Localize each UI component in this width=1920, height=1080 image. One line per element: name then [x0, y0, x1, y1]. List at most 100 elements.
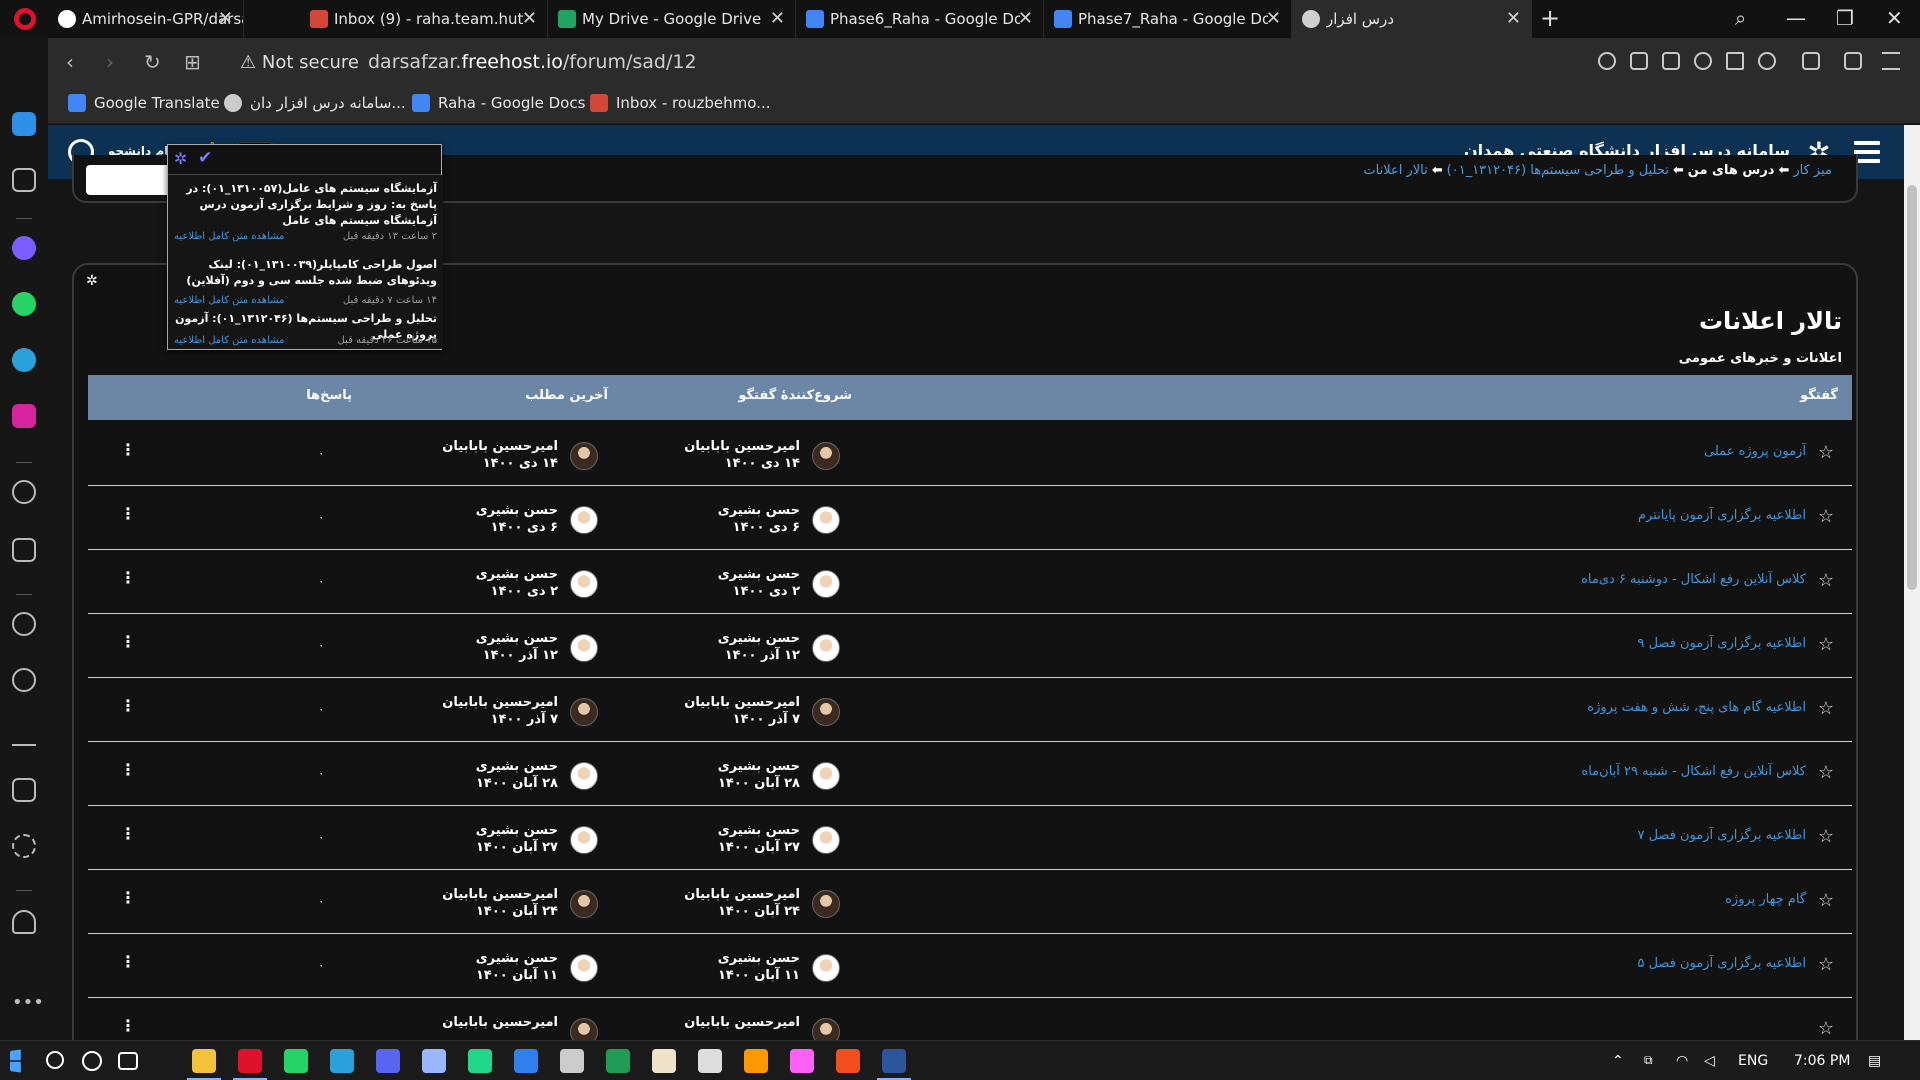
starter-name[interactable]: حسن بشیری: [718, 822, 800, 839]
player-icon[interactable]: [12, 480, 36, 504]
avatar[interactable]: [812, 442, 840, 470]
task-view-icon[interactable]: [118, 1052, 138, 1070]
forward-button[interactable]: ›: [106, 50, 114, 74]
star-icon[interactable]: ☆: [1818, 442, 1834, 463]
notification-center-icon[interactable]: ▤: [1868, 1053, 1881, 1069]
discussion-link[interactable]: اطلاعیه برگزاری آزمون فصل ۷: [1637, 828, 1806, 843]
starter-name[interactable]: حسن بشیری: [718, 950, 800, 967]
avatar[interactable]: [812, 954, 840, 982]
close-icon[interactable]: ✕: [522, 8, 537, 29]
avatar[interactable]: [570, 506, 598, 534]
notification-item[interactable]: تحلیل و طراحی سیستم‌ها (۱۳۱۲۰۴۶_۰۱): آزم…: [168, 312, 443, 349]
avatar[interactable]: [570, 1018, 598, 1040]
avatar[interactable]: [570, 826, 598, 854]
downloads-icon[interactable]: [12, 722, 36, 746]
more-options-icon[interactable]: ⋮: [120, 824, 136, 843]
avatar[interactable]: [812, 762, 840, 790]
star-icon[interactable]: ☆: [1818, 762, 1834, 783]
avatar[interactable]: [570, 890, 598, 918]
discussion-link[interactable]: گام چهار پروژه: [1725, 892, 1806, 907]
box-icon[interactable]: [422, 1049, 446, 1073]
star-icon[interactable]: ☆: [1818, 954, 1834, 975]
last-post-author[interactable]: حسن بشیری: [476, 566, 558, 583]
column-started-by[interactable]: شروع‌کنندهٔ گفتگو: [738, 388, 852, 403]
network-icon[interactable]: ⧉: [1644, 1053, 1653, 1068]
avatar[interactable]: [570, 442, 598, 470]
tab-github[interactable]: Amirhosein-GPR/darsafzar ✕: [48, 0, 244, 38]
word-icon[interactable]: [882, 1049, 906, 1073]
notification-item[interactable]: آزمایشگاه سیستم های عامل(۱۳۱۰۰۵۷_۰۱): در…: [168, 175, 443, 251]
more-options-icon[interactable]: ⋮: [120, 760, 136, 779]
more-options-icon[interactable]: ⋮: [120, 696, 136, 715]
tips-icon[interactable]: [12, 910, 36, 934]
bookmark-raha-docs[interactable]: Raha - Google Docs: [412, 94, 585, 112]
search-tabs-icon[interactable]: ⌕: [1735, 6, 1746, 30]
more-options-icon[interactable]: ⋮: [120, 568, 136, 587]
starter-name[interactable]: حسن بشیری: [718, 758, 800, 775]
starter-name[interactable]: امیرحسین بابابیان: [684, 1014, 800, 1031]
discussion-link[interactable]: اطلاعیه گام های پنج، شش و هفت پروژه: [1587, 700, 1806, 715]
extensions-icon[interactable]: [1802, 52, 1820, 70]
last-post-author[interactable]: حسن بشیری: [476, 822, 558, 839]
close-icon[interactable]: ✕: [770, 8, 785, 29]
avatar[interactable]: [570, 954, 598, 982]
mark-all-read-icon[interactable]: ✔: [198, 148, 212, 168]
close-icon[interactable]: ✕: [218, 8, 233, 29]
notification-link[interactable]: مشاهده متن کامل اطلاعیه: [174, 295, 284, 306]
tab-darsafzar[interactable]: درس افزار ✕: [1292, 0, 1532, 38]
whatsapp-icon[interactable]: [12, 292, 36, 316]
close-window-button[interactable]: ✕: [1886, 6, 1903, 30]
more-options-icon[interactable]: ⋮: [120, 888, 136, 907]
starter-name[interactable]: حسن بشیری: [718, 630, 800, 647]
send-icon[interactable]: [12, 538, 36, 562]
clock[interactable]: 7:06 PM: [1794, 1053, 1850, 1069]
vscode-icon[interactable]: [514, 1049, 538, 1073]
last-post-author[interactable]: امیرحسین بابابیان: [442, 886, 558, 903]
home-icon[interactable]: [12, 112, 36, 136]
breadcrumb-forum[interactable]: تالار اعلانات: [1363, 163, 1427, 178]
avatar[interactable]: [812, 890, 840, 918]
cortana-icon[interactable]: [82, 1051, 102, 1071]
wifi-icon[interactable]: ◠: [1676, 1053, 1688, 1069]
volume-icon[interactable]: ◁: [1704, 1053, 1715, 1069]
search-icon[interactable]: [46, 1051, 64, 1069]
back-button[interactable]: ‹: [66, 50, 74, 74]
scrollbar-thumb[interactable]: [1907, 185, 1917, 590]
xd-icon[interactable]: [790, 1049, 814, 1073]
avatar[interactable]: [812, 698, 840, 726]
telegram-icon[interactable]: [330, 1049, 354, 1073]
discussion-link[interactable]: کلاس آنلاین رفع اشکال - شنبه ۲۹ آبان‌ماه: [1581, 764, 1806, 779]
breadcrumb-course[interactable]: تحلیل و طراحی سیستم‌ها (۱۳۱۲۰۴۶_۰۱): [1447, 163, 1669, 178]
discussion-link[interactable]: اطلاعیه برگزاری آزمون فصل ۵: [1637, 956, 1806, 971]
column-replies[interactable]: پاسخ‌ها: [306, 388, 352, 403]
more-options-icon[interactable]: ⋮: [120, 632, 136, 651]
whatsapp-icon[interactable]: [284, 1049, 308, 1073]
easy-setup-icon[interactable]: [1882, 52, 1900, 70]
tab-drive[interactable]: My Drive - Google Drive ✕: [548, 0, 796, 38]
close-icon[interactable]: ✕: [1018, 8, 1033, 29]
opera-icon[interactable]: [238, 1049, 262, 1073]
close-icon[interactable]: ✕: [1266, 8, 1281, 29]
language-indicator[interactable]: ENG: [1738, 1053, 1768, 1069]
discussion-link[interactable]: کلاس آنلاین رفع اشکال - دوشنبه ۶ دی‌ماه: [1581, 572, 1806, 587]
column-last-post[interactable]: آخرین مطلب: [525, 388, 608, 403]
avatar[interactable]: [812, 570, 840, 598]
breadcrumb-my-courses[interactable]: درس های من: [1688, 163, 1775, 178]
more-options-icon[interactable]: ⋮: [120, 952, 136, 971]
star-icon[interactable]: ☆: [1818, 890, 1834, 911]
new-tab-button[interactable]: +: [1540, 4, 1560, 32]
star-icon[interactable]: [12, 168, 36, 192]
page-scrollbar[interactable]: [1904, 125, 1920, 1040]
excel-like-icon[interactable]: [606, 1049, 630, 1073]
figma-icon[interactable]: [836, 1049, 860, 1073]
extensions-icon[interactable]: [12, 778, 36, 802]
more-options-icon[interactable]: ⋮: [120, 1016, 136, 1035]
star-icon[interactable]: ☆: [1818, 1018, 1834, 1039]
heart-icon[interactable]: [1758, 52, 1776, 70]
discussion-link[interactable]: آزمون پروژه عملی: [1704, 444, 1806, 459]
opera-menu-icon[interactable]: [14, 8, 36, 30]
column-discussion[interactable]: گفتگو: [1800, 388, 1838, 403]
messenger-icon[interactable]: [12, 236, 36, 260]
notification-settings-icon[interactable]: ✲: [174, 149, 187, 168]
reload-button[interactable]: ↻: [144, 50, 161, 74]
